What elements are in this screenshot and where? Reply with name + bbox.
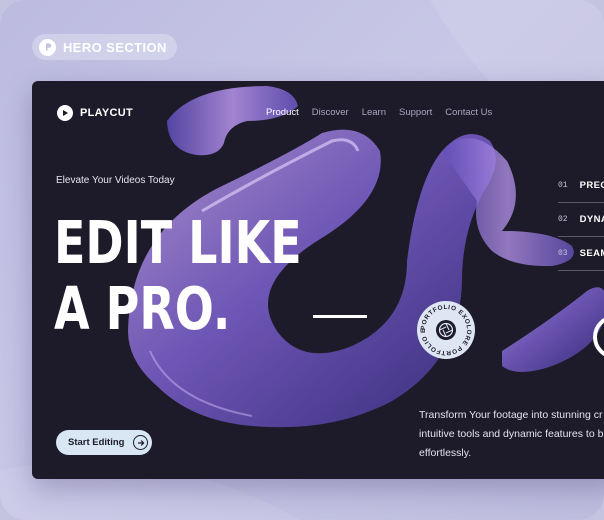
hero-card: PLAYCUT Product Discover Learn Support C… <box>32 81 604 479</box>
feature-item[interactable]: 02 DYNA <box>558 203 604 237</box>
hero-description: Transform Your footage into stunning cr … <box>419 406 604 463</box>
feature-list: 01 PREC 02 DYNA 03 SEAM <box>558 169 604 271</box>
feature-number: 03 <box>558 249 568 258</box>
description-line: effortlessly. <box>419 447 472 459</box>
feature-name: SEAM <box>579 248 604 259</box>
start-editing-label: Start Editing <box>68 437 125 448</box>
headline-line-2: A PRO. <box>54 274 231 343</box>
description-line: Transform Your footage into stunning cr <box>419 409 603 421</box>
brand-name: PLAYCUT <box>80 107 134 119</box>
feature-item[interactable]: 03 SEAM <box>558 237 604 271</box>
section-tag: HERO SECTION <box>32 34 177 60</box>
feature-number: 01 <box>558 181 568 190</box>
description-line: intuitive tools and dynamic features to … <box>419 428 604 440</box>
headline-dash <box>313 315 367 318</box>
hero-headline: EDIT LIKE A PRO. <box>54 210 302 342</box>
nav-item-discover[interactable]: Discover <box>312 107 349 118</box>
nav-item-contact[interactable]: Contact Us <box>445 107 492 118</box>
headline-line-1: EDIT LIKE <box>54 208 302 277</box>
page-frame: HERO SECTION PLAYCUT Product Discover Le… <box>0 0 604 520</box>
section-tag-label: HERO SECTION <box>63 39 167 55</box>
play-icon <box>57 105 73 121</box>
feature-name: PREC <box>579 180 604 191</box>
nav-item-learn[interactable]: Learn <box>362 107 386 118</box>
hero-eyebrow: Elevate Your Videos Today <box>56 175 175 186</box>
main-nav: Product Discover Learn Support Contact U… <box>266 107 505 118</box>
feature-number: 02 <box>558 215 568 224</box>
feature-item[interactable]: 01 PREC <box>558 169 604 203</box>
feature-name: DYNA <box>579 214 604 225</box>
brand-logo[interactable]: PLAYCUT <box>57 105 133 121</box>
aperture-icon <box>436 320 456 340</box>
arrow-right-icon <box>133 435 149 450</box>
portfolio-badge[interactable]: PORTFOLIO EXOLORE PORTFOLIO EXOLORE <box>416 300 476 360</box>
nav-item-product[interactable]: Product <box>266 107 299 118</box>
p-logo-icon <box>39 38 56 56</box>
start-editing-button[interactable]: Start Editing <box>56 430 153 455</box>
nav-item-support[interactable]: Support <box>399 107 432 118</box>
